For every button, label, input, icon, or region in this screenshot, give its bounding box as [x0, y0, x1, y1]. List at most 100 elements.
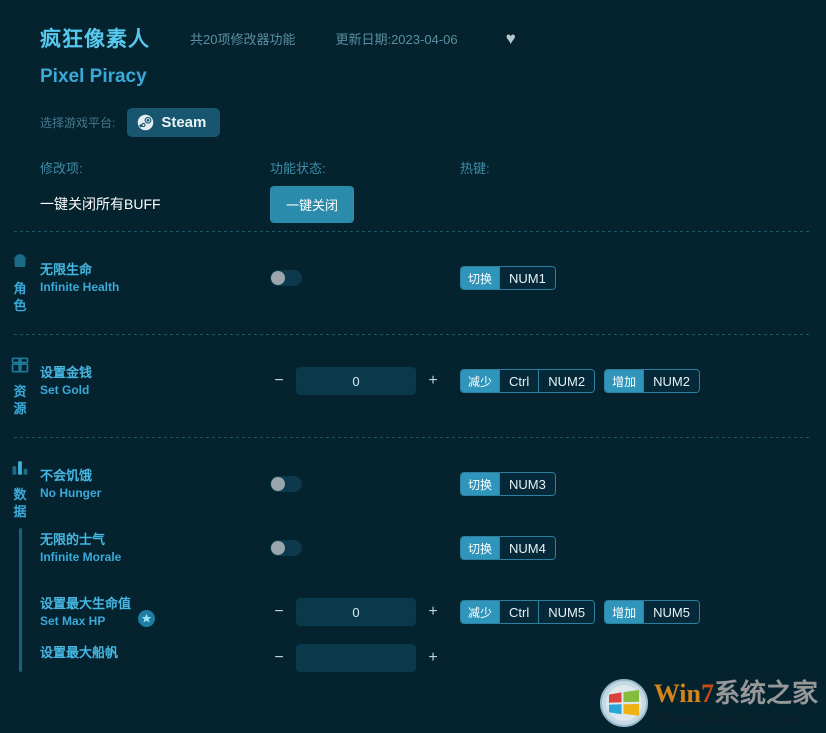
feature-count: 共20项修改器功能: [190, 29, 295, 48]
cheat-name-en: Set Max HP: [40, 613, 131, 629]
cheat-name-cell: 设置最大船帆: [40, 644, 270, 662]
hotkey-action-label: 减少: [461, 601, 499, 623]
section-rows: 无限生命Infinite Health切换NUM1: [40, 246, 826, 322]
cheat-toggle[interactable]: [270, 270, 302, 286]
category-rail: [19, 528, 22, 672]
hotkey-action-label: 减少: [461, 370, 499, 392]
hotkey-action-label: 切换: [461, 473, 499, 495]
cheat-state-cell: −+: [270, 598, 460, 626]
cheat-name-cell: 不会饥饿No Hunger: [40, 467, 270, 501]
cheat-state-cell: [270, 270, 460, 286]
cheat-toggle[interactable]: [270, 540, 302, 556]
section-角色: 角色无限生命Infinite Health切换NUM1: [0, 232, 826, 334]
favorite-heart-icon[interactable]: ♥: [506, 30, 516, 47]
hotkey-key: NUM5: [643, 601, 699, 623]
hotkey-group[interactable]: 减少CtrlNUM2: [460, 369, 595, 393]
one-key-disable-label: 一键关闭所有BUFF: [40, 194, 270, 214]
category-column: 数据: [0, 452, 40, 672]
cheat-name-cn: 无限的士气: [40, 531, 121, 549]
hotkey-action-label: 增加: [605, 370, 643, 392]
hotkey-action-label: 切换: [461, 267, 499, 289]
decrement-button[interactable]: −: [270, 370, 288, 392]
column-header-hotkey: 热键:: [460, 158, 640, 177]
value-input[interactable]: [296, 644, 416, 672]
column-header-name: 修改项:: [40, 158, 270, 177]
character-icon: [10, 252, 30, 272]
hotkey-key: NUM3: [499, 473, 555, 495]
section-数据: 数据不会饥饿No Hunger 切换NUM3 无限的士气Infinite Moral…: [0, 438, 826, 684]
update-date: 更新日期:2023-04-06: [335, 29, 457, 48]
platform-steam-button[interactable]: Steam: [127, 108, 220, 137]
cheat-name-cell: 设置最大生命值Set Max HP: [40, 595, 270, 629]
watermark-title: Win7系统之家: [654, 681, 818, 707]
cheat-state-cell: −+: [270, 367, 460, 395]
cheat-row: 设置最大船帆−+: [40, 644, 826, 672]
cheat-toggle[interactable]: [270, 476, 302, 492]
cheat-row: 设置最大生命值Set Max HP−+减少CtrlNUM5增加NUM5: [40, 580, 826, 644]
one-key-disable-button[interactable]: 一键关闭: [270, 186, 354, 223]
hotkey-group[interactable]: 切换NUM4: [460, 536, 556, 560]
cheat-name-cn: 设置金钱: [40, 364, 92, 382]
platform-row: 选择游戏平台: Steam: [0, 100, 826, 144]
increment-button[interactable]: +: [424, 601, 442, 623]
one-key-disable-state: 一键关闭: [270, 186, 460, 223]
title-row: 疯狂像素人 共20项修改器功能 更新日期:2023-04-06 ♥: [40, 20, 826, 56]
hotkey-group[interactable]: 切换NUM1: [460, 266, 556, 290]
hotkey-key: Ctrl: [499, 601, 538, 623]
column-headers: 修改项: 功能状态: 热键:: [0, 158, 826, 177]
increment-button[interactable]: +: [424, 647, 442, 669]
decrement-button[interactable]: −: [270, 601, 288, 623]
cheat-hotkeys-cell: 减少CtrlNUM5增加NUM5: [460, 600, 826, 624]
cheat-name-cn: 不会饥饿: [40, 467, 101, 485]
game-title-en: Pixel Piracy: [40, 66, 826, 88]
windows-logo-icon: [600, 679, 648, 727]
cheat-name-cell: 无限的士气Infinite Morale: [40, 531, 270, 565]
increment-button[interactable]: +: [424, 370, 442, 392]
cheat-state-cell: [270, 540, 460, 556]
resources-icon: [10, 355, 30, 375]
hotkey-group[interactable]: 增加NUM5: [604, 600, 700, 624]
cheat-row: 无限生命Infinite Health切换NUM1: [40, 246, 826, 310]
hotkey-group[interactable]: 增加NUM2: [604, 369, 700, 393]
hotkey-action-label: 增加: [605, 601, 643, 623]
watermark-url: Www.Winwin7.com: [654, 709, 818, 726]
cheat-name-cell: 设置金钱Set Gold: [40, 364, 270, 398]
decrement-button[interactable]: −: [270, 647, 288, 669]
sections-container: 角色无限生命Infinite Health切换NUM1资源设置金钱Set Gol…: [0, 231, 826, 684]
cheat-row: 不会饥饿No Hunger 切换NUM3: [40, 452, 826, 516]
data-icon: [10, 458, 30, 478]
section-资源: 资源设置金钱Set Gold−+减少CtrlNUM2增加NUM2: [0, 335, 826, 437]
column-header-state: 功能状态:: [270, 158, 460, 177]
page-header: 疯狂像素人 共20项修改器功能 更新日期:2023-04-06 ♥ Pixel …: [0, 0, 826, 100]
value-input[interactable]: [296, 598, 416, 626]
hotkey-group[interactable]: 减少CtrlNUM5: [460, 600, 595, 624]
platform-label: 选择游戏平台:: [40, 114, 115, 131]
cheat-name-cn: 设置最大船帆: [40, 644, 118, 662]
cheat-hotkeys-cell: 减少CtrlNUM2增加NUM2: [460, 369, 826, 393]
value-input[interactable]: [296, 367, 416, 395]
value-stepper: −+: [270, 367, 442, 395]
platform-steam-label: Steam: [161, 114, 206, 131]
cheat-hotkeys-cell: 切换NUM1: [460, 266, 826, 290]
hotkey-key: NUM2: [643, 370, 699, 392]
cheat-name-en: Infinite Morale: [40, 549, 121, 565]
section-rows: 不会饥饿No Hunger 切换NUM3 无限的士气Infinite Morale 切…: [40, 452, 826, 672]
cheat-state-cell: −+: [270, 644, 460, 672]
category-label: 数据: [13, 486, 27, 520]
value-stepper: −+: [270, 644, 442, 672]
cheat-hotkeys-cell: 切换NUM4: [460, 536, 826, 560]
hotkey-key: Ctrl: [499, 370, 538, 392]
star-icon: [138, 610, 155, 627]
category-label: 角色: [13, 280, 27, 314]
watermark-texts: Win7系统之家 Www.Winwin7.com: [654, 681, 818, 726]
hotkey-group[interactable]: 切换NUM3: [460, 472, 556, 496]
game-title-cn: 疯狂像素人: [40, 23, 150, 53]
section-rows: 设置金钱Set Gold−+减少CtrlNUM2增加NUM2: [40, 349, 826, 425]
cheat-name-en: No Hunger: [40, 485, 101, 501]
cheat-name-en: Infinite Health: [40, 279, 119, 295]
cheat-row: 无限的士气Infinite Morale 切换NUM4: [40, 516, 826, 580]
category-column: 资源: [0, 349, 40, 425]
cheat-name-cn: 设置最大生命值: [40, 595, 131, 613]
steam-icon: [137, 114, 154, 131]
cheat-name-en: Set Gold: [40, 382, 92, 398]
